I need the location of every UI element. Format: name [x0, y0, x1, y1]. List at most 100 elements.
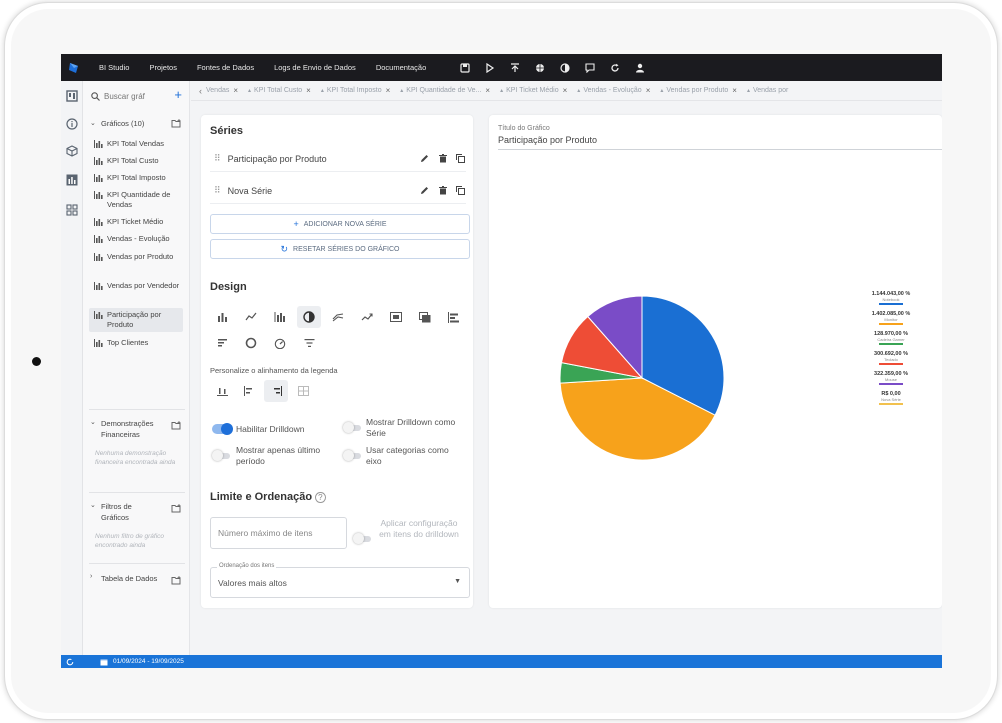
drag-handle-icon[interactable]: ⠿ [214, 153, 221, 164]
legend-left-icon[interactable] [237, 380, 261, 402]
edit-icon[interactable] [419, 185, 430, 196]
text-align-chart-type-icon[interactable] [210, 332, 234, 354]
nav-logs-envio[interactable]: Logs de Envio de Dados [274, 63, 356, 72]
stacked-card-type-icon[interactable] [413, 306, 437, 328]
edit-icon[interactable] [419, 153, 430, 164]
drilldown-toggle[interactable] [212, 423, 233, 435]
apply-drilldown-toggle[interactable] [353, 533, 371, 544]
last-period-toggle[interactable] [212, 450, 230, 461]
order-select[interactable]: Valores mais altos ▼ [210, 567, 470, 598]
legend-item[interactable]: 322.359,00 % Mouse [866, 371, 916, 385]
legend-item[interactable]: 1.402.085,00 % Monitor [866, 311, 916, 325]
sidebar-chart-item[interactable]: Top Clientes [89, 336, 183, 350]
bar-chart-type-icon[interactable] [210, 306, 234, 328]
legend-item[interactable]: 128.970,00 % Cadeira Gamer [866, 331, 916, 345]
delete-icon[interactable] [437, 153, 448, 164]
comment-icon[interactable] [585, 62, 595, 73]
tabs-scroll-left-icon[interactable]: ‹ [199, 86, 202, 96]
legend-item[interactable]: 300.692,00 % Teclado [866, 351, 916, 365]
tab[interactable]: ▴ KPI Total Custo × [248, 86, 311, 95]
nav-projetos[interactable]: Projetos [149, 63, 177, 72]
close-tab-icon[interactable]: × [233, 86, 238, 95]
app-logo-icon[interactable] [67, 61, 81, 75]
sidebar-chart-item[interactable]: KPI Total Imposto [89, 171, 183, 185]
group-tabela[interactable]: › Tabela de Dados [90, 573, 186, 585]
tab[interactable]: ▴ KPI Total Imposto × [321, 86, 390, 95]
info-icon[interactable] [66, 118, 78, 130]
sidebar-chart-item[interactable]: KPI Quantidade de Vendas [89, 188, 183, 212]
legend-item[interactable]: R$ 0,00 Nova Série [866, 391, 916, 405]
sidebar-chart-item[interactable]: Participação por Produto [89, 308, 183, 332]
refresh-icon[interactable] [610, 63, 620, 73]
max-items-input[interactable]: Número máximo de itens [210, 517, 347, 549]
grouped-bar-chart-type-icon[interactable] [268, 306, 292, 328]
sync-icon[interactable] [65, 657, 75, 667]
nav-documentacao[interactable]: Documentação [376, 63, 426, 72]
bar-chart-icon[interactable] [66, 174, 78, 186]
area-chart-type-icon[interactable] [326, 306, 350, 328]
delete-icon[interactable] [437, 185, 448, 196]
trend-chart-type-icon[interactable] [355, 306, 379, 328]
new-folder-icon[interactable] [171, 504, 181, 513]
group-graficos[interactable]: ⌄ Gráficos (10) [90, 119, 186, 128]
close-tab-icon[interactable]: × [306, 86, 311, 95]
calendar-icon[interactable] [99, 657, 109, 667]
sidebar-chart-item[interactable]: KPI Total Custo [89, 154, 183, 168]
tab[interactable]: ▴ Vendas - Evolução × [577, 86, 650, 95]
filter-chart-type-icon[interactable] [297, 332, 321, 354]
tab[interactable]: ▴ KPI Ticket Médio × [500, 86, 567, 95]
sidebar-chart-item[interactable]: KPI Ticket Médio [89, 215, 183, 229]
legend-right-icon[interactable] [264, 380, 288, 402]
nav-bi-studio[interactable]: BI Studio [99, 63, 129, 72]
nav-fontes-de-dados[interactable]: Fontes de Dados [197, 63, 254, 72]
chart-title-input[interactable]: Participação por Produto [498, 135, 942, 150]
help-icon[interactable]: ? [315, 492, 326, 503]
reset-series-button[interactable]: ↻ RESETAR SÉRIES DO GRÁFICO [210, 239, 470, 259]
globe-icon[interactable] [535, 63, 545, 73]
copy-icon[interactable] [455, 185, 466, 196]
close-tab-icon[interactable]: × [732, 86, 737, 95]
legend-item[interactable]: 1.144.043,00 % Notebook [866, 291, 916, 305]
close-tab-icon[interactable]: × [485, 86, 490, 95]
new-folder-icon[interactable] [171, 576, 181, 585]
new-folder-icon[interactable] [171, 119, 181, 128]
categories-axis-toggle[interactable] [343, 450, 361, 461]
sidebar-chart-item[interactable]: Vendas - Evolução [89, 232, 183, 246]
close-tab-icon[interactable]: × [386, 86, 391, 95]
tab[interactable]: ▴ Vendas por Produto × [660, 86, 737, 95]
group-demonstracoes[interactable]: ⌄ Demonstrações Financeiras [90, 418, 186, 440]
date-range-text[interactable]: 01/09/2024 - 19/09/2025 [113, 658, 184, 665]
close-tab-icon[interactable]: × [646, 86, 651, 95]
series-row[interactable]: ⠿ Nova Série [210, 178, 466, 204]
tab[interactable]: Vendas × [206, 86, 238, 95]
series-row[interactable]: ⠿ Participação por Produto [210, 146, 466, 172]
search-input[interactable] [104, 91, 168, 101]
drilldown-series-toggle[interactable] [343, 422, 361, 433]
tab[interactable]: ▴ KPI Quantidade de Ve... × [400, 86, 490, 95]
tab[interactable]: ▴ Vendas por [747, 86, 788, 95]
add-chart-button[interactable]: + [174, 88, 182, 102]
drag-handle-icon[interactable]: ⠿ [214, 185, 221, 196]
pie-chart-type-icon[interactable] [297, 306, 321, 328]
save-icon[interactable] [460, 62, 470, 73]
theme-icon[interactable] [560, 62, 570, 73]
new-folder-icon[interactable] [171, 421, 181, 430]
cube-icon[interactable] [66, 145, 78, 157]
copy-icon[interactable] [455, 153, 466, 164]
kpi-card-type-icon[interactable] [384, 306, 408, 328]
gauge-chart-type-icon[interactable] [268, 332, 292, 354]
group-filtros[interactable]: ⌄ Filtros de Gráficos [90, 501, 186, 523]
line-chart-type-icon[interactable] [239, 306, 263, 328]
widgets-icon[interactable] [66, 204, 78, 216]
dashboard-icon[interactable] [66, 90, 78, 102]
horizontal-bar-chart-type-icon[interactable] [442, 306, 466, 328]
play-icon[interactable] [485, 62, 495, 73]
legend-bottom-icon[interactable] [210, 380, 234, 402]
sidebar-chart-item[interactable]: Vendas por Vendedor [89, 279, 183, 293]
user-icon[interactable] [635, 63, 645, 73]
sidebar-chart-item[interactable]: Vendas por Produto [89, 250, 183, 264]
sidebar-chart-item[interactable]: KPI Total Vendas [89, 137, 183, 151]
publish-icon[interactable] [510, 62, 520, 73]
close-tab-icon[interactable]: × [563, 86, 568, 95]
add-series-button[interactable]: + ADICIONAR NOVA SÉRIE [210, 214, 470, 234]
